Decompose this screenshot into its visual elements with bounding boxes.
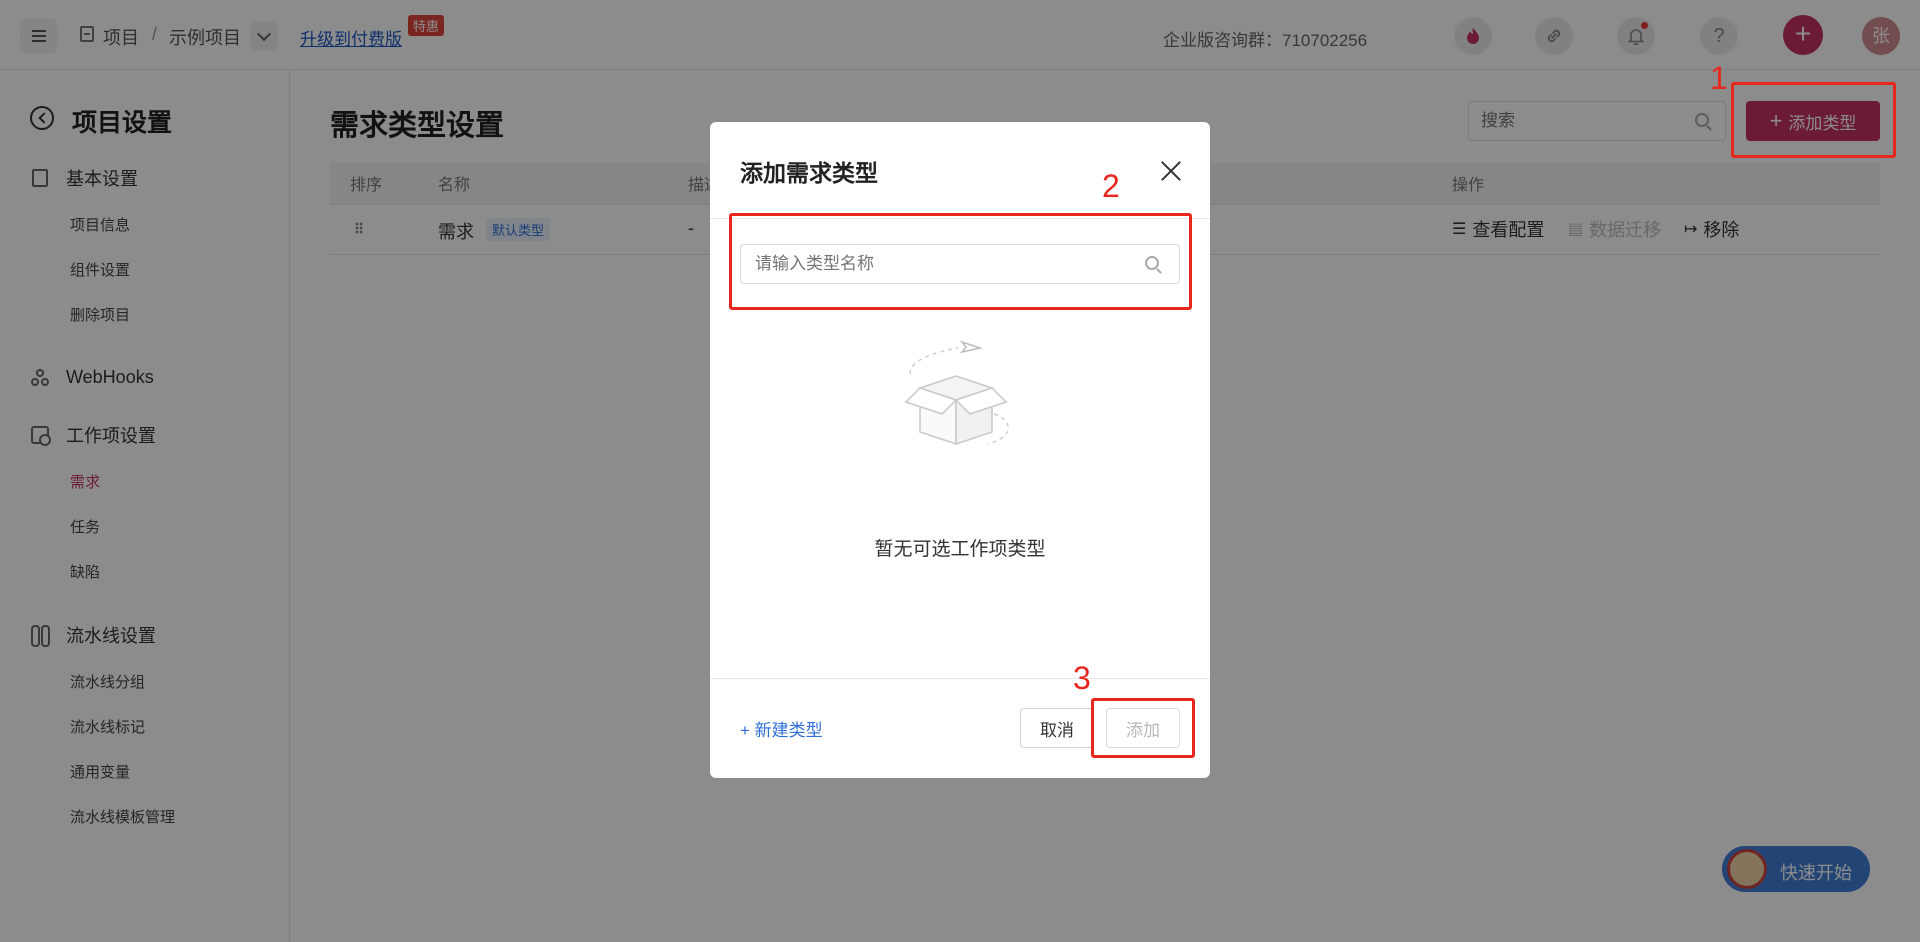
annotation-box-3 <box>1091 698 1195 758</box>
cancel-button[interactable]: 取消 <box>1020 708 1094 748</box>
empty-box-illustration <box>904 340 1009 446</box>
annotation-box-2 <box>729 213 1192 310</box>
new-type-link[interactable]: + 新建类型 <box>740 716 823 741</box>
annotation-box-1 <box>1731 82 1896 158</box>
close-icon[interactable] <box>1156 156 1186 186</box>
annotation-number-2: 2 <box>1102 168 1120 204</box>
empty-state-text: 暂无可选工作项类型 <box>874 539 1046 560</box>
dialog-footer-divider <box>710 678 1210 679</box>
dialog-title: 添加需求类型 <box>740 160 878 186</box>
annotation-number-1: 1 <box>1710 60 1728 96</box>
annotation-number-3: 3 <box>1073 660 1091 696</box>
